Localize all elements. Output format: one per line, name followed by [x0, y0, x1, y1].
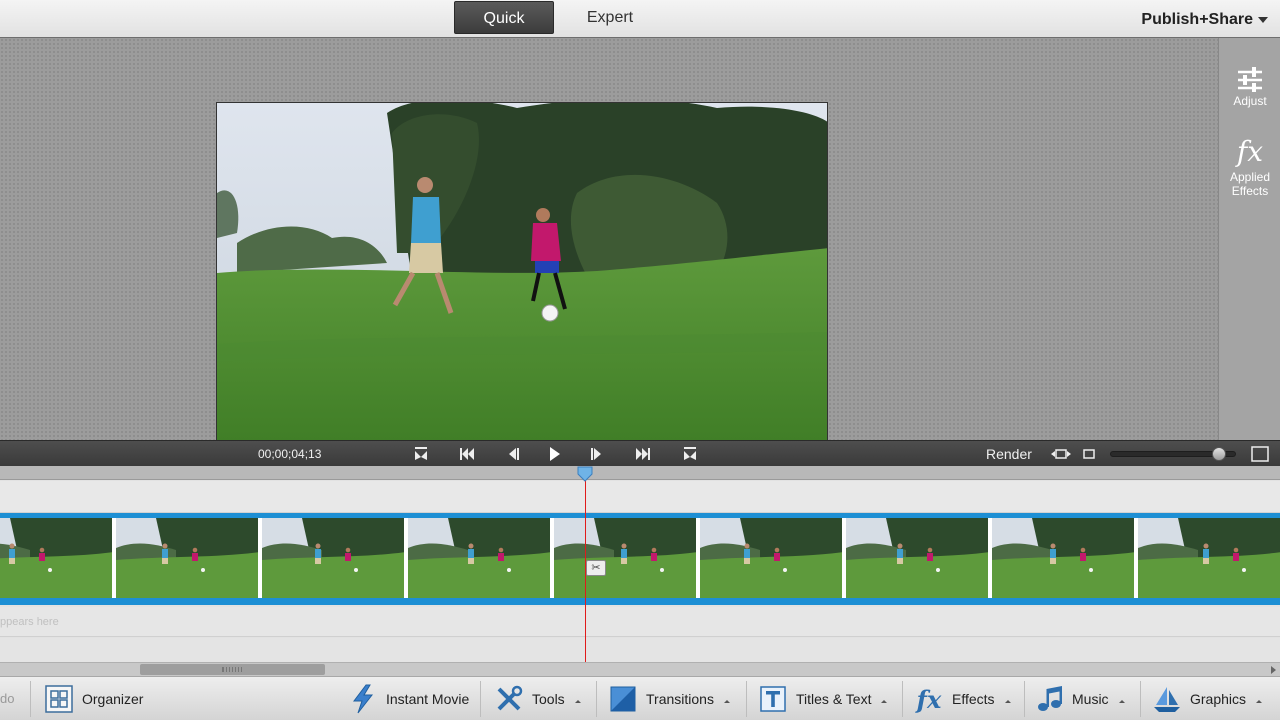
publish-share-label: Publish+Share	[1141, 11, 1253, 28]
scissors-icon[interactable]: ✂	[586, 560, 606, 576]
divider	[596, 681, 597, 717]
clip-thumbnail	[0, 518, 114, 598]
timecode-display: 00;00;04;13	[258, 447, 322, 461]
audio-track[interactable]: ppears here	[0, 607, 1280, 637]
transition-icon	[608, 684, 638, 714]
fx-icon: fx	[1236, 135, 1264, 168]
tools-label: Tools	[532, 691, 565, 707]
divider	[1140, 681, 1141, 717]
monitor-panel	[0, 38, 1218, 448]
zoom-out-icon[interactable]	[1082, 445, 1096, 463]
chevron-down-icon	[1258, 16, 1268, 23]
goto-out-point-icon[interactable]	[681, 445, 699, 463]
step-back-icon[interactable]	[504, 445, 522, 463]
clip-thumbnail	[408, 518, 552, 598]
divider	[30, 681, 31, 717]
music-label: Music	[1072, 691, 1109, 707]
divider	[902, 681, 903, 717]
app-window: Quick Expert Publish+Share Adjust fx App…	[0, 0, 1280, 720]
step-forward-icon[interactable]	[588, 445, 606, 463]
chevron-up-icon	[723, 699, 730, 703]
audio-track-hint: ppears here	[0, 616, 59, 628]
scrollbar-thumb[interactable]	[140, 664, 325, 675]
scroll-right-arrow-icon[interactable]	[1271, 666, 1276, 674]
music-button[interactable]: Music	[1034, 677, 1125, 720]
sailboat-icon	[1152, 684, 1182, 714]
adjust-label: Adjust	[1233, 94, 1267, 108]
grip-icon	[222, 667, 242, 672]
chevron-up-icon	[574, 699, 581, 703]
fx-icon: fx	[916, 684, 942, 714]
skip-back-icon[interactable]	[458, 445, 476, 463]
instant-movie-label: Instant Movie	[386, 691, 470, 707]
sliders-icon	[1219, 66, 1280, 94]
action-bar: do Organizer Instant Movie Tools Transit…	[0, 676, 1280, 720]
zoom-in-icon[interactable]	[1250, 445, 1270, 463]
video-preview[interactable]	[216, 102, 828, 448]
fit-timeline-icon[interactable]	[1050, 445, 1072, 463]
skip-forward-icon[interactable]	[634, 445, 652, 463]
chevron-up-icon	[1004, 699, 1011, 703]
chevron-up-icon	[1118, 699, 1125, 703]
transitions-button[interactable]: Transitions	[608, 677, 730, 720]
clip-thumbnail	[700, 518, 844, 598]
transitions-label: Transitions	[646, 691, 714, 707]
tab-quick[interactable]: Quick	[454, 1, 554, 34]
music-note-icon	[1034, 684, 1064, 714]
effects-button[interactable]: fx Effects	[914, 677, 1011, 720]
zoom-slider[interactable]	[1110, 447, 1236, 461]
clip-thumbnail	[846, 518, 990, 598]
organizer-label: Organizer	[82, 691, 144, 707]
divider	[746, 681, 747, 717]
clip-thumbnail	[262, 518, 406, 598]
render-button[interactable]: Render	[986, 446, 1032, 462]
zoom-slider-knob[interactable]	[1212, 447, 1226, 461]
text-T-icon	[758, 684, 788, 714]
publish-share-menu[interactable]: Publish+Share	[1141, 0, 1268, 38]
video-clip[interactable]	[0, 518, 1280, 598]
playhead-handle[interactable]	[577, 466, 593, 482]
lightning-icon	[348, 684, 378, 714]
text-track[interactable]	[0, 481, 1280, 513]
timeline[interactable]: ppears here ✂	[0, 466, 1280, 662]
tools-icon	[494, 684, 524, 714]
effects-label: Effects	[952, 691, 995, 707]
narration-track[interactable]	[0, 638, 1280, 662]
timeline-scrollbar[interactable]	[0, 662, 1280, 676]
titles-text-button[interactable]: Titles & Text	[758, 677, 888, 720]
chevron-up-icon	[881, 699, 888, 703]
organizer-button[interactable]: Organizer	[44, 677, 143, 720]
divider	[480, 681, 481, 717]
applied-effects-button[interactable]: fx Applied Effects	[1219, 134, 1280, 198]
top-bar: Quick Expert Publish+Share	[0, 0, 1280, 38]
tab-expert[interactable]: Expert	[560, 1, 660, 34]
clip-thumbnail	[554, 518, 698, 598]
transport-bar: 00;00;04;13 Render	[0, 440, 1280, 466]
tools-button[interactable]: Tools	[494, 677, 581, 720]
divider	[1024, 681, 1025, 717]
chevron-up-icon	[1256, 699, 1263, 703]
clip-thumbnail	[1138, 518, 1280, 598]
clip-thumbnail	[992, 518, 1136, 598]
adjust-button[interactable]: Adjust	[1219, 66, 1280, 108]
graphics-button[interactable]: Graphics	[1152, 677, 1263, 720]
timeline-ruler[interactable]	[0, 466, 1280, 480]
organizer-grid-icon	[44, 684, 74, 714]
undo-button-partial[interactable]: do	[0, 691, 14, 706]
applied-effects-label: Applied Effects	[1229, 170, 1271, 198]
right-panel: Adjust fx Applied Effects	[1218, 38, 1280, 440]
instant-movie-button[interactable]: Instant Movie	[348, 677, 469, 720]
video-track[interactable]	[0, 513, 1280, 605]
goto-in-point-icon[interactable]	[412, 445, 430, 463]
play-icon[interactable]	[545, 445, 563, 463]
clip-thumbnail	[116, 518, 260, 598]
titles-text-label: Titles & Text	[796, 691, 872, 707]
graphics-label: Graphics	[1190, 691, 1247, 707]
